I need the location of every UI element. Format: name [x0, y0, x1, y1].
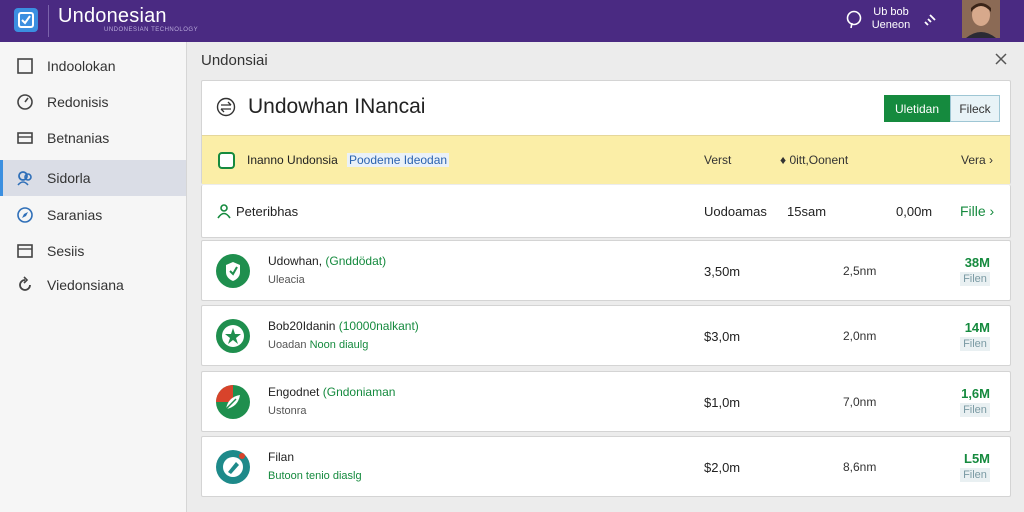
- item-col-1: $2,0m: [704, 460, 741, 475]
- summary-label: Peteribhas: [236, 204, 299, 219]
- user-menu[interactable]: Ub bob Ueneon: [871, 6, 911, 32]
- item-name: Filan: [268, 450, 295, 464]
- item-value: 14M: [964, 320, 990, 335]
- sidebar-item-label: Saranias: [47, 207, 103, 223]
- window-icon: [16, 242, 34, 260]
- shield-icon: [216, 254, 250, 288]
- list-item[interactable]: Bob20Idanin (10000nalkant) Uoadan Noon d…: [201, 305, 1011, 366]
- users-icon: [16, 169, 34, 187]
- user-line-2: Ueneon: [871, 19, 911, 31]
- sidebar-item-viedonsiana[interactable]: Viedonsiana: [0, 267, 186, 303]
- secondary-action-button[interactable]: Fileck: [950, 95, 1000, 122]
- user-line-1: Ub bob: [873, 6, 909, 18]
- summary-col-3: 0,00m: [896, 204, 933, 219]
- item-value: 1,6M: [961, 386, 990, 401]
- brand-divider: [48, 5, 49, 37]
- item-value: L5M: [964, 451, 990, 466]
- item-badge[interactable]: Filen: [960, 403, 990, 417]
- avatar[interactable]: [962, 0, 1000, 38]
- card-icon: [16, 129, 34, 147]
- top-bar: Undonesian UNDONESIAN TECHNOLOGY Ub bob …: [0, 0, 1024, 42]
- item-col-1: $3,0m: [704, 329, 741, 344]
- app-title: Undonesian: [58, 5, 167, 27]
- primary-action-button[interactable]: Uletidan: [884, 95, 950, 122]
- leaf-icon: [216, 385, 250, 419]
- link-icon[interactable]: [923, 13, 937, 27]
- sidebar-item-saranias[interactable]: Saranias: [0, 197, 186, 233]
- help-icon[interactable]: [845, 10, 863, 30]
- refresh-icon: [16, 276, 34, 294]
- star-icon: [216, 319, 250, 353]
- item-col-2: 7,0nm: [843, 395, 877, 409]
- item-sub: Ustonra: [268, 405, 307, 417]
- item-sub: Uoadan Noon diaulg: [268, 339, 369, 351]
- close-icon[interactable]: [994, 52, 1008, 66]
- item-name: Bob20Idanin (10000nalkant): [268, 319, 419, 333]
- summary-col-2: 15sam: [787, 204, 827, 219]
- compass-icon: [16, 206, 34, 224]
- banner-col-2: ♦ 0itt,Oonent: [780, 153, 849, 167]
- banner-text: Inanno Undonsia: [247, 153, 338, 167]
- item-name: Engodnet (Gndoniaman: [268, 385, 396, 399]
- notice-icon: [218, 152, 235, 169]
- item-badge[interactable]: Filen: [960, 468, 990, 482]
- item-col-1: $1,0m: [704, 395, 741, 410]
- item-value: 38M: [964, 255, 990, 270]
- sidebar: Indoolokan Redonisis Betnanias Sidorla S…: [0, 42, 187, 512]
- sidebar-item-label: Indoolokan: [47, 58, 116, 74]
- people-icon: [216, 203, 232, 219]
- list-item[interactable]: Engodnet (Gndoniaman Ustonra $1,0m 7,0nm…: [201, 371, 1011, 432]
- banner-col-1: Verst: [704, 153, 732, 167]
- banner-link[interactable]: Poodeme Ideodan: [347, 153, 450, 167]
- item-col-2: 2,0nm: [843, 329, 877, 343]
- list-item[interactable]: Filan Butoon tenio diaslg $2,0m 8,6nm L5…: [201, 436, 1011, 497]
- summary-col-1: Uodoamas: [704, 204, 767, 219]
- square-icon: [16, 57, 34, 75]
- sidebar-item-label: Redonisis: [47, 94, 109, 110]
- item-name: Udowhan, (Gnddödat): [268, 254, 387, 268]
- sidebar-item-label: Viedonsiana: [47, 277, 124, 293]
- notice-banner: Inanno Undonsia Poodeme Ideodan Verst ♦ …: [202, 135, 1010, 184]
- pen-icon: [216, 450, 250, 484]
- sidebar-item-sesiis[interactable]: Sesiis: [0, 233, 186, 269]
- sidebar-item-betnanias[interactable]: Betnanias: [0, 120, 186, 156]
- item-sub: Uleacia: [268, 274, 305, 286]
- banner-more-link[interactable]: Vera ›: [961, 153, 993, 167]
- sidebar-item-redonisis[interactable]: Redonisis: [0, 84, 186, 120]
- header-card: Undowhan INancai Uletidan Fileck Inanno …: [201, 80, 1011, 184]
- checklist-icon[interactable]: [14, 8, 38, 32]
- item-col-2: 2,5nm: [843, 264, 877, 278]
- summary-row: Peteribhas Uodoamas 15sam 0,00m Fille ›: [201, 185, 1011, 238]
- item-badge[interactable]: Filen: [960, 337, 990, 351]
- sidebar-item-indoolokan[interactable]: Indoolokan: [0, 48, 186, 84]
- gauge-icon: [16, 93, 34, 111]
- item-sub: Butoon tenio diaslg: [268, 470, 362, 482]
- sidebar-item-label: Betnanias: [47, 130, 110, 146]
- sidebar-item-sidorla[interactable]: Sidorla: [0, 160, 186, 196]
- item-badge[interactable]: Filen: [960, 272, 990, 286]
- sidebar-item-label: Sesiis: [47, 243, 85, 259]
- item-col-1: 3,50m: [704, 264, 741, 279]
- panel-title: Undonsiai: [201, 52, 268, 69]
- item-col-2: 8,6nm: [843, 460, 877, 474]
- swap-icon: [216, 97, 236, 117]
- summary-filter-link[interactable]: Fille ›: [960, 203, 994, 219]
- app-subtitle: UNDONESIAN TECHNOLOGY: [104, 27, 199, 33]
- list-item[interactable]: Udowhan, (Gnddödat) Uleacia 3,50m 2,5nm …: [201, 240, 1011, 301]
- header-title: Undowhan INancai: [248, 95, 426, 118]
- sidebar-item-label: Sidorla: [47, 170, 91, 186]
